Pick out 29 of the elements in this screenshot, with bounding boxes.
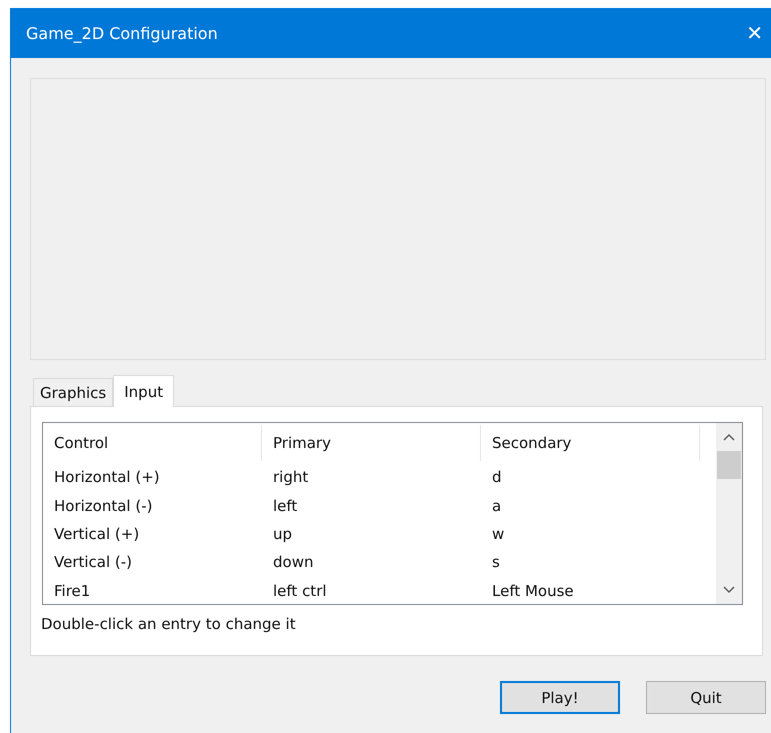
table-cell-text: Vertical (+) <box>53 524 140 543</box>
column-header[interactable]: Secondary <box>481 425 700 461</box>
table-cell-text: a <box>491 496 502 515</box>
column-header[interactable]: Control <box>43 425 262 461</box>
dialog-button[interactable]: Play! <box>500 681 620 714</box>
scroll-down-icon[interactable] <box>723 586 735 594</box>
table-cell-text: down <box>272 553 314 572</box>
table-cell-text: d <box>491 468 503 486</box>
close-button[interactable]: ✕ <box>738 21 771 45</box>
table-cell-text: w <box>491 524 506 543</box>
table-cell-text: Left Mouse <box>491 582 575 600</box>
column-header[interactable]: Primary <box>262 425 481 461</box>
table-cell-text: Horizontal (+) <box>53 468 161 486</box>
hint-text: Double-click an entry to change it <box>41 615 297 633</box>
table-cell-text: Horizontal (-) <box>53 496 154 515</box>
scroll-up-icon[interactable] <box>723 433 735 441</box>
table-cell-text: s <box>491 553 501 572</box>
table-cell-text: up <box>272 524 294 543</box>
scroll-thumb[interactable] <box>717 451 741 479</box>
table-cell-text: Fire1 <box>53 582 92 600</box>
table-cell-text: right <box>272 468 310 486</box>
scrollbar[interactable] <box>716 423 742 604</box>
dialog-button[interactable]: Quit <box>646 681 766 714</box>
table-cell-text: left ctrl <box>272 582 328 600</box>
tab[interactable]: Input <box>113 375 174 407</box>
table-cell-text: left <box>272 496 298 515</box>
window-title: Game_2D Configuration <box>26 24 218 42</box>
table-cell-text: Vertical (-) <box>53 553 134 572</box>
tab[interactable]: Graphics <box>33 378 114 406</box>
